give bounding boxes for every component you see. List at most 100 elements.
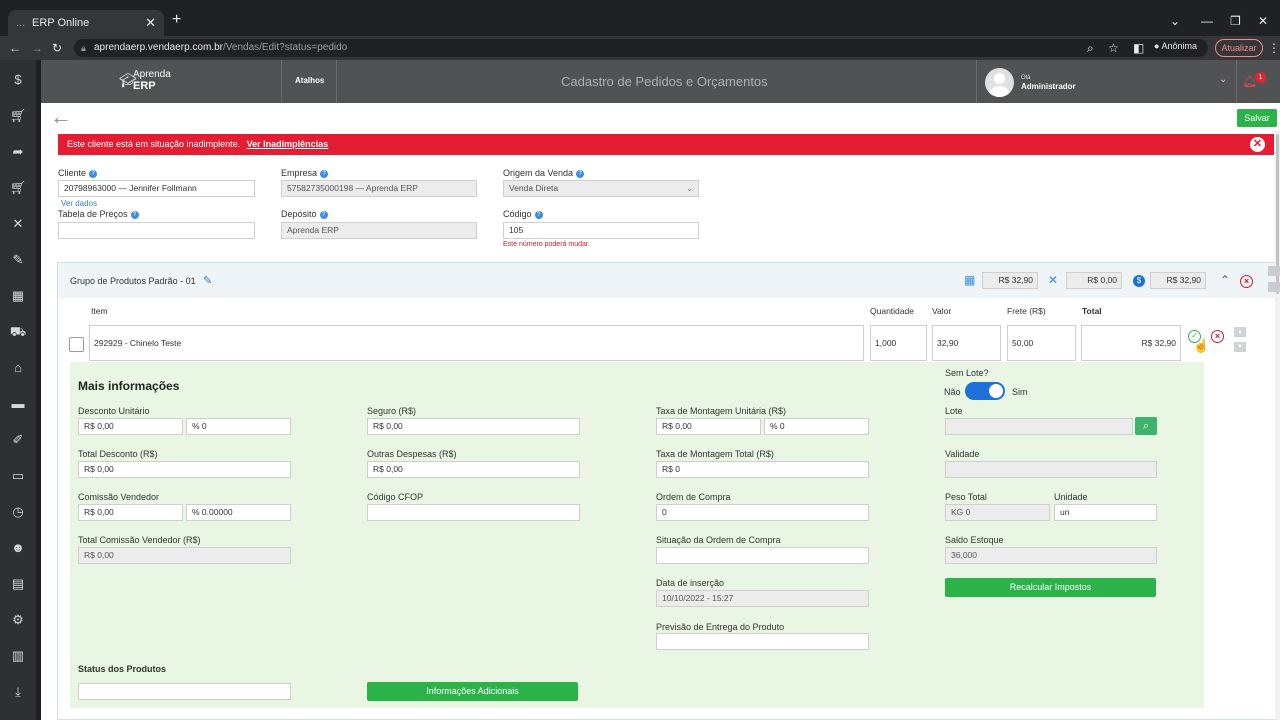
browser-tab[interactable]: ... ERP Online ✕ — [8, 10, 164, 36]
settings-icon[interactable]: ⚙ — [0, 612, 36, 628]
view-delinquencies-link[interactable]: Ver Inadimplências — [247, 139, 329, 149]
desconto-unitario-rs[interactable]: R$ 0,00 — [78, 418, 183, 435]
update-button[interactable]: Atualizar — [1215, 39, 1263, 57]
reload-icon[interactable]: ↻ — [52, 41, 62, 55]
side-tab[interactable] — [1268, 266, 1280, 276]
avatar[interactable] — [985, 68, 1014, 97]
status-produtos-field[interactable] — [78, 683, 291, 700]
restore-icon[interactable]: ❐ — [1230, 14, 1241, 28]
chart-icon[interactable]: ▥ — [0, 648, 36, 664]
car-icon[interactable]: ▬ — [0, 396, 36, 411]
user-name[interactable]: Administrador — [1021, 82, 1076, 91]
quantidade-field[interactable]: 1,000 — [870, 325, 927, 361]
move-up-icon[interactable]: ▲ — [1234, 327, 1246, 337]
help-icon[interactable]: ? — [319, 210, 328, 219]
remove-item-icon[interactable]: × — [1211, 330, 1224, 343]
back-arrow-icon[interactable]: ← — [50, 106, 72, 128]
shortcuts-menu[interactable]: Atalhos — [295, 76, 324, 85]
report-icon[interactable]: ▤ — [0, 576, 36, 592]
page-title: Cadastro de Pedidos e Orçamentos — [561, 74, 768, 89]
forward-icon[interactable]: → — [31, 41, 43, 55]
cfop-field[interactable] — [367, 504, 580, 521]
users-icon[interactable]: ☻ — [0, 540, 36, 555]
back-icon[interactable]: ← — [9, 41, 21, 55]
clock-icon[interactable]: ◷ — [0, 504, 36, 520]
zoom-icon[interactable]: ⌕ — [1087, 41, 1094, 56]
bookmark-star-icon[interactable]: ☆ — [1108, 41, 1119, 55]
outras-despesas-field[interactable]: R$ 0,00 — [367, 461, 580, 478]
finance-icon[interactable]: $ — [0, 72, 36, 87]
help-icon[interactable]: ? — [89, 169, 98, 178]
montagem-total-field[interactable]: R$ 0 — [656, 461, 869, 478]
unidade-field[interactable]: un — [1054, 504, 1157, 521]
bank-icon[interactable]: ⌂ — [0, 360, 36, 375]
incognito-icon: ● — [1154, 41, 1160, 51]
montagem-unitaria-pct[interactable]: % 0 — [764, 418, 869, 435]
additional-info-button[interactable]: Informações Adicionais — [367, 682, 578, 701]
close-tab-icon[interactable]: ✕ — [145, 10, 156, 36]
sitemap-icon[interactable]: ▦ — [0, 288, 36, 304]
frete-field[interactable]: 50,00 — [1007, 325, 1076, 361]
situacao-ordem-field[interactable] — [656, 547, 869, 564]
total-desconto-field[interactable]: R$ 0,00 — [78, 461, 291, 478]
seguro-field[interactable]: R$ 0,00 — [367, 418, 580, 435]
address-bar[interactable]: 🔒︎ aprendaerp.vendaerp.com.br/Vendas/Edi… — [74, 39, 1208, 57]
tab-search-icon[interactable]: ⌄ — [1170, 14, 1180, 28]
help-icon[interactable]: ? — [534, 210, 543, 219]
lote-field — [945, 418, 1133, 435]
save-button[interactable]: Salvar — [1237, 109, 1277, 127]
truck-icon[interactable]: ⛟ — [0, 324, 36, 342]
montagem-unitaria-rs[interactable]: R$ 0,00 — [656, 418, 761, 435]
chevron-down-icon[interactable]: ⌄ — [1219, 74, 1227, 85]
origem-value: Venda Direta — [509, 183, 559, 193]
sem-lote-toggle[interactable] — [965, 382, 1005, 400]
move-down-icon[interactable]: ▼ — [1234, 342, 1246, 352]
download-icon[interactable]: ⤓ — [0, 684, 36, 700]
ordem-compra-field[interactable]: 0 — [656, 504, 869, 521]
collapse-icon[interactable]: ⌃ — [1220, 273, 1230, 287]
edit-icon[interactable]: ✎ — [0, 252, 36, 268]
search-icon[interactable]: ⌕ — [1135, 417, 1157, 435]
valor-field[interactable]: 32,90 — [932, 325, 1001, 361]
pen-icon[interactable]: ✐ — [0, 432, 36, 448]
comissao-pct[interactable]: % 0.00000 — [186, 504, 291, 521]
status-produtos-label: Status dos Produtos — [78, 664, 167, 674]
deposito-label-text: Depósito — [281, 209, 317, 219]
total-field: R$ 32,90 — [1081, 325, 1181, 361]
codigo-warning: Este número poderá mudar. — [503, 241, 590, 248]
recalculate-taxes-button[interactable]: Recalcular Impostos — [945, 578, 1156, 597]
row-checkbox[interactable] — [69, 337, 84, 352]
help-icon[interactable]: ? — [576, 169, 585, 178]
remove-group-icon[interactable]: × — [1240, 273, 1253, 288]
app-logo[interactable]: 🎓︎ Aprenda ERP — [119, 70, 171, 93]
lote-label: Lote — [945, 406, 963, 416]
item-field[interactable]: 292929 - Chinelo Teste — [89, 325, 864, 361]
ver-dados-link[interactable]: Ver dados — [61, 199, 97, 208]
new-tab-icon[interactable]: + — [172, 12, 181, 28]
origem-select[interactable]: Venda Direta ⌄ — [503, 180, 699, 197]
close-window-icon[interactable]: ✕ — [1258, 14, 1268, 28]
codigo-field[interactable]: 105 — [503, 222, 699, 239]
empresa-label-text: Empresa — [281, 168, 318, 178]
previsao-entrega-field[interactable] — [656, 633, 869, 650]
monitor-icon[interactable]: ▭ — [0, 468, 36, 484]
close-alert-icon[interactable]: ✕ — [1250, 137, 1265, 152]
side-tab[interactable] — [1268, 282, 1280, 292]
tabela-field[interactable] — [58, 222, 255, 239]
purchase-cart-icon[interactable]: 🛒︎ — [0, 180, 36, 196]
help-icon[interactable]: ? — [130, 210, 139, 219]
incognito-label[interactable]: ● Anônima — [1154, 41, 1197, 51]
desconto-unitario-pct[interactable]: % 0 — [186, 418, 291, 435]
cart-icon[interactable]: 🛒︎ — [0, 108, 36, 124]
header-divider — [1236, 60, 1237, 103]
share-icon[interactable]: ➦ — [0, 144, 36, 160]
minimize-icon[interactable]: — — [1201, 14, 1213, 28]
outras-despesas-label: Outras Despesas (R$) — [367, 449, 457, 459]
cliente-field[interactable]: 20798963000 — Jennifer Follmann — [58, 180, 255, 197]
help-icon[interactable]: ? — [320, 169, 329, 178]
edit-group-icon[interactable]: ✎ — [203, 274, 212, 287]
browser-menu-icon[interactable]: ⋮ — [1268, 41, 1280, 55]
side-panel-icon[interactable]: ◧ — [1133, 41, 1144, 55]
tools-icon[interactable]: ✕ — [0, 216, 36, 232]
comissao-rs[interactable]: R$ 0,00 — [78, 504, 183, 521]
